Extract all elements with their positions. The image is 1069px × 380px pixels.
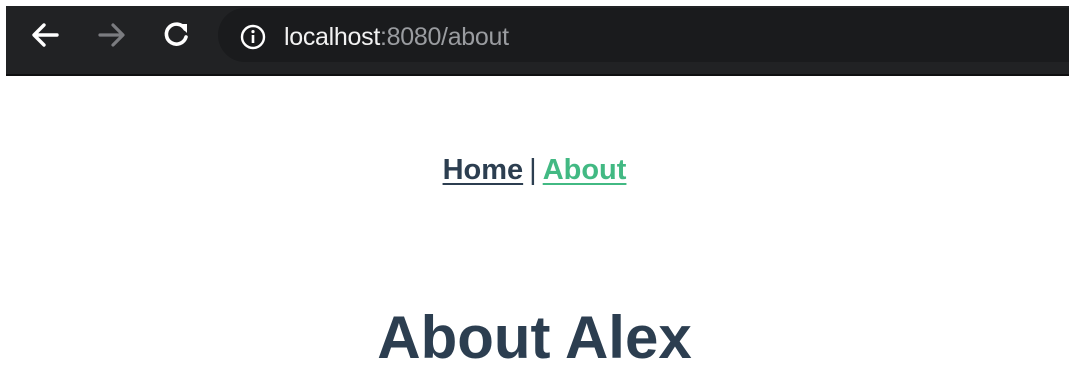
nav-link-about[interactable]: About [543,154,627,186]
arrow-left-icon [32,23,59,47]
info-circle-icon[interactable] [240,24,266,50]
reload-icon [164,22,188,46]
url-text[interactable]: localhost:8080/about [284,20,509,54]
page-title: About Alex [377,304,692,371]
back-button[interactable] [30,20,60,50]
nav-link-home[interactable]: Home [443,154,524,186]
site-nav: Home | About [0,150,1069,190]
arrow-right-icon [98,23,125,47]
nav-separator: | [529,154,537,186]
url-path: :8080/about [379,23,509,51]
forward-button[interactable] [97,20,127,50]
url-host: localhost [284,23,380,51]
reload-button[interactable] [161,20,191,50]
toolbar-divider [6,74,1069,76]
